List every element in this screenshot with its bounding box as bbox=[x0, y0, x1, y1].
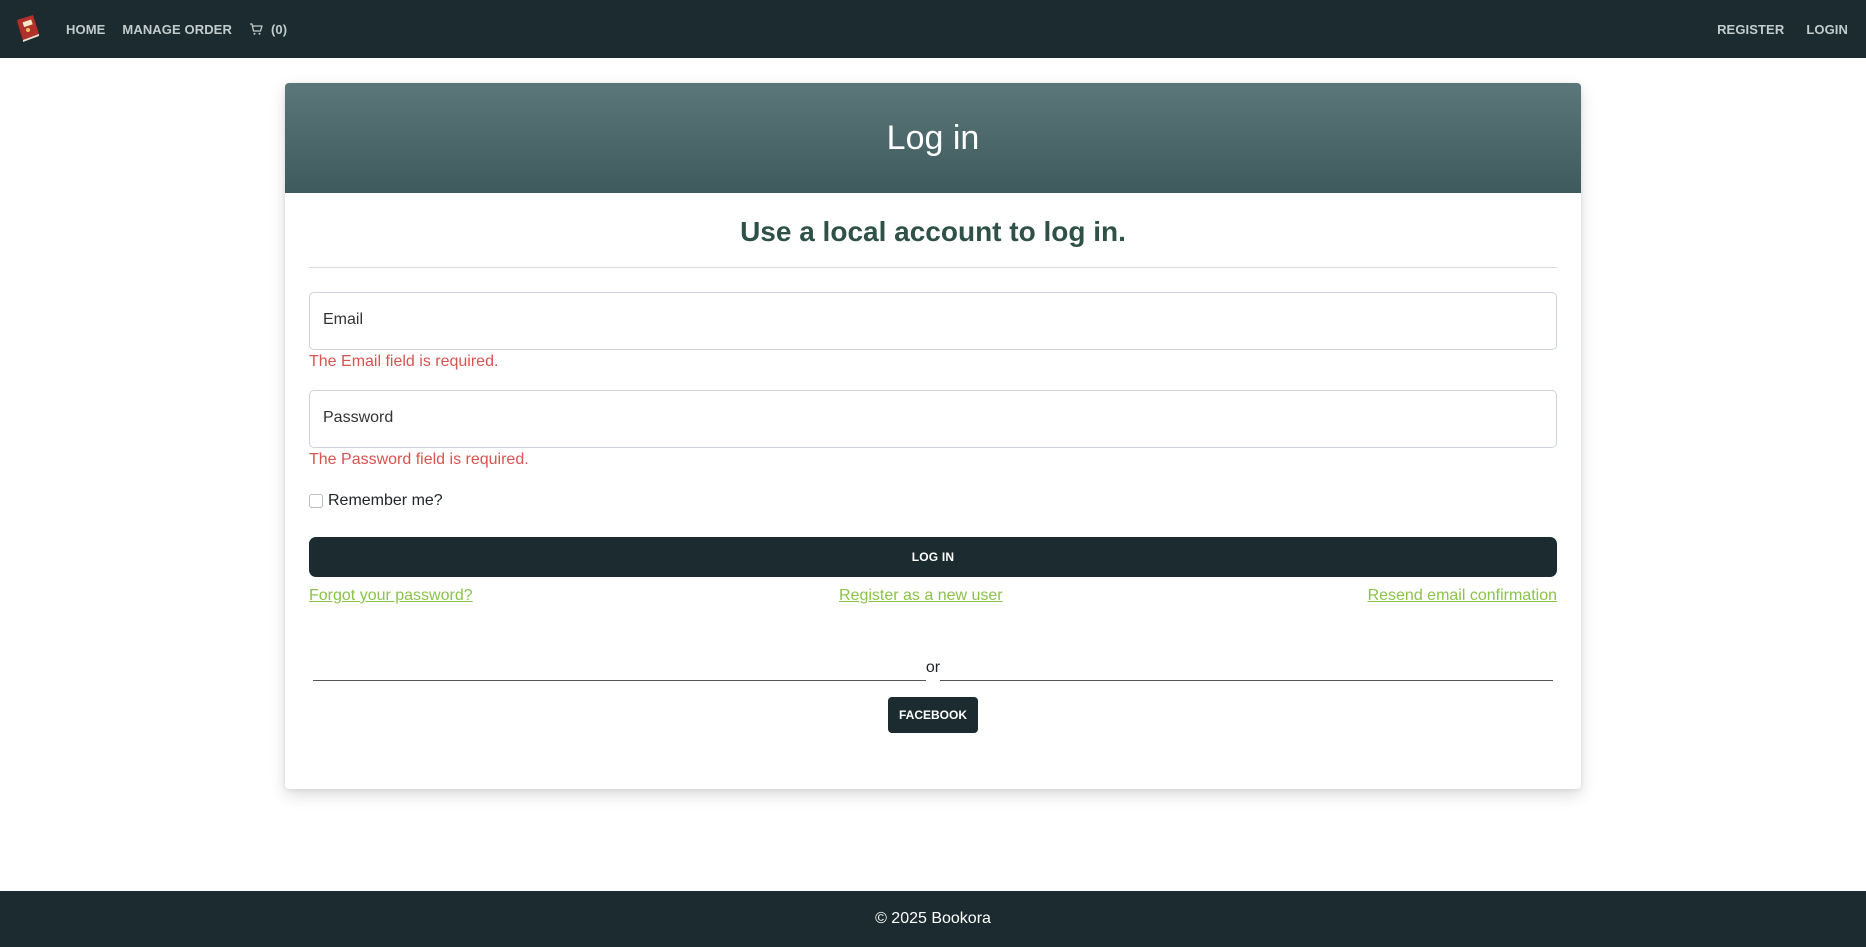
email-field[interactable]: Email bbox=[309, 292, 1560, 351]
cart-count: (0) bbox=[270, 21, 288, 37]
nav-register-link[interactable]: REGISTER bbox=[1717, 22, 1784, 37]
or-divider-right bbox=[940, 680, 1553, 681]
nav-right-group: REGISTER LOGIN bbox=[1695, 0, 1848, 58]
nav-login-link[interactable]: LOGIN bbox=[1806, 22, 1848, 37]
resend-confirmation-link[interactable]: Resend email confirmation bbox=[1368, 587, 1557, 605]
remember-me-row: Remember me? bbox=[309, 492, 443, 510]
email-error: The Email field is required. bbox=[309, 353, 499, 370]
book-icon[interactable] bbox=[13, 12, 43, 44]
login-button[interactable]: LOG IN bbox=[309, 537, 1557, 577]
password-error: The Password field is required. bbox=[309, 451, 529, 468]
footer-copyright: © 2025 Bookora bbox=[875, 910, 991, 927]
remember-me-checkbox[interactable] bbox=[309, 494, 323, 508]
form-subtitle: Use a local account to log in. bbox=[740, 216, 1126, 247]
subtitle-divider bbox=[309, 267, 1557, 268]
email-input[interactable] bbox=[310, 293, 1560, 351]
nav-left-group: HOME MANAGE ORDER (0) bbox=[66, 0, 304, 58]
register-new-user-link[interactable]: Register as a new user bbox=[839, 587, 1003, 605]
login-card: Log in Use a local account to log in. Em… bbox=[285, 83, 1581, 789]
remember-me-label[interactable]: Remember me? bbox=[328, 492, 443, 510]
forgot-password-link[interactable]: Forgot your password? bbox=[309, 587, 473, 605]
nav-cart-link[interactable]: (0) bbox=[249, 22, 287, 37]
facebook-login-button[interactable]: FACEBOOK bbox=[888, 697, 978, 733]
or-separator-text: or bbox=[925, 659, 941, 676]
footer: © 2025 Bookora bbox=[0, 891, 1866, 947]
nav-home-link[interactable]: HOME bbox=[66, 22, 105, 37]
cart-icon bbox=[249, 23, 263, 35]
top-navbar: HOME MANAGE ORDER (0) REGISTER LOGIN bbox=[0, 0, 1866, 58]
nav-manage-order-link[interactable]: MANAGE ORDER bbox=[122, 22, 232, 37]
or-divider-left bbox=[313, 680, 926, 681]
card-header: Log in bbox=[285, 83, 1581, 193]
password-field[interactable]: Password bbox=[309, 390, 1560, 449]
page-title: Log in bbox=[886, 118, 980, 157]
password-input[interactable] bbox=[310, 391, 1560, 449]
